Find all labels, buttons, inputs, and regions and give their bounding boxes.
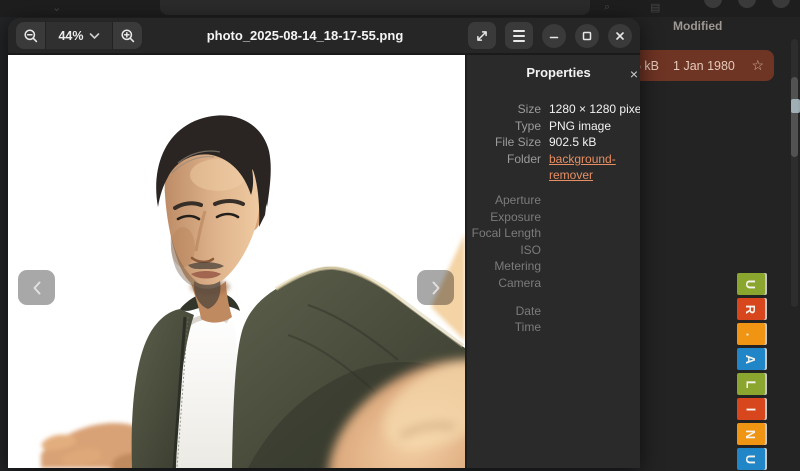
file-thumbnail-icon	[791, 99, 800, 113]
selected-file-row[interactable]: 5 kB 1 Jan 1980 ☆	[624, 50, 774, 81]
file-modified-cell: 1 Jan 1980	[673, 59, 735, 73]
property-row-date: Date	[467, 303, 640, 320]
property-label: Folder	[467, 151, 541, 184]
viewer-content: Properties × Size 1280 × 1280 pixels Typ…	[8, 55, 640, 468]
property-label: Date	[467, 303, 541, 320]
watermark-unila-ru: U R . A L I N U	[737, 273, 765, 471]
property-row-filesize: File Size 902.5 kB	[467, 134, 640, 151]
zoom-in-icon	[120, 28, 136, 44]
headerbar-buttons	[468, 22, 632, 49]
watermark-tile: N	[737, 423, 765, 445]
fullscreen-button[interactable]	[468, 22, 496, 49]
properties-close-icon[interactable]: ×	[630, 64, 638, 84]
minimize-icon	[548, 30, 560, 42]
property-label: Size	[467, 101, 541, 118]
property-label: File Size	[467, 134, 541, 151]
property-label: Time	[467, 319, 541, 336]
property-row-metering: Metering	[467, 258, 640, 275]
watermark-tile: U	[737, 273, 765, 295]
property-value: PNG image	[549, 118, 640, 135]
next-image-button[interactable]	[417, 270, 454, 305]
property-label: Exposure	[467, 209, 541, 226]
file-list-pane: Modified 5 kB 1 Jan 1980 ☆	[640, 17, 800, 471]
maximize-icon	[581, 30, 593, 42]
image-viewer-window: 44% photo_2025-08-14_18-17-55.png	[8, 18, 640, 468]
property-value: 1280 × 1280 pixels	[549, 101, 640, 118]
close-button[interactable]	[608, 24, 632, 48]
property-row-focal-length: Focal Length	[467, 225, 640, 242]
star-icon[interactable]: ☆	[751, 57, 764, 74]
minimize-button[interactable]	[542, 24, 566, 48]
column-header-modified[interactable]: Modified	[673, 19, 722, 33]
zoom-controls: 44%	[16, 22, 142, 49]
zoom-level-dropdown[interactable]: 44%	[46, 22, 112, 49]
window-title: photo_2025-08-14_18-17-55.png	[142, 28, 468, 43]
headerbar: 44% photo_2025-08-14_18-17-55.png	[8, 18, 640, 55]
watermark-tile: .	[737, 323, 765, 345]
property-label: Camera	[467, 275, 541, 292]
property-label: Metering	[467, 258, 541, 275]
zoom-in-button[interactable]	[113, 22, 142, 49]
watermark-tile: L	[737, 373, 765, 395]
window-control-dot[interactable]	[704, 0, 722, 8]
window-control-dot[interactable]	[738, 0, 756, 8]
background-pathbar[interactable]	[160, 0, 590, 15]
chevron-down-icon[interactable]: ⌄	[52, 1, 61, 14]
scrollbar-thumb[interactable]	[791, 77, 798, 157]
maximize-button[interactable]	[575, 24, 599, 48]
property-label: Type	[467, 118, 541, 135]
properties-title: Properties	[467, 65, 640, 80]
zoom-out-button[interactable]	[16, 22, 45, 49]
property-row-aperture: Aperture	[467, 192, 640, 209]
watermark-tile: R	[737, 298, 765, 320]
previous-image-button[interactable]	[18, 270, 55, 305]
chevron-down-icon	[89, 32, 100, 40]
watermark-tile: U	[737, 448, 765, 470]
zoom-out-icon	[23, 28, 39, 44]
fullscreen-icon	[474, 28, 490, 44]
view-toggle-icon[interactable]: ▤	[650, 1, 660, 14]
properties-panel: Properties × Size 1280 × 1280 pixels Typ…	[465, 55, 640, 468]
search-icon[interactable]: ⌕	[604, 1, 610, 14]
desktop: ⌄ ⌕ ▤ Modified 5 kB 1 Jan 1980 ☆ U R . A…	[0, 0, 800, 471]
image-canvas	[8, 55, 465, 468]
property-row-iso: ISO	[467, 242, 640, 259]
property-label: ISO	[467, 242, 541, 259]
watermark-tile: A	[737, 348, 765, 370]
property-row-type: Type PNG image	[467, 118, 640, 135]
window-control-dot[interactable]	[772, 0, 790, 8]
chevron-left-icon	[30, 280, 44, 296]
watermark-tile: I	[737, 398, 765, 420]
chevron-right-icon	[429, 280, 443, 296]
zoom-level-value: 44%	[58, 29, 83, 43]
property-label: Focal Length	[467, 225, 541, 242]
close-icon	[614, 30, 626, 42]
photo-image	[8, 55, 465, 468]
property-row-folder: Folder background-remover	[467, 151, 640, 184]
folder-link[interactable]: background-remover	[549, 151, 640, 184]
hamburger-icon	[513, 30, 525, 42]
property-label: Aperture	[467, 192, 541, 209]
property-row-time: Time	[467, 319, 640, 336]
scrollbar[interactable]	[791, 39, 798, 307]
background-window-controls	[704, 0, 790, 8]
background-toolbar: ⌄ ⌕ ▤	[0, 0, 800, 17]
property-row-size: Size 1280 × 1280 pixels	[467, 101, 640, 118]
property-row-exposure: Exposure	[467, 209, 640, 226]
property-value: 902.5 kB	[549, 134, 640, 151]
main-menu-button[interactable]	[505, 22, 533, 49]
property-row-camera: Camera	[467, 275, 640, 292]
